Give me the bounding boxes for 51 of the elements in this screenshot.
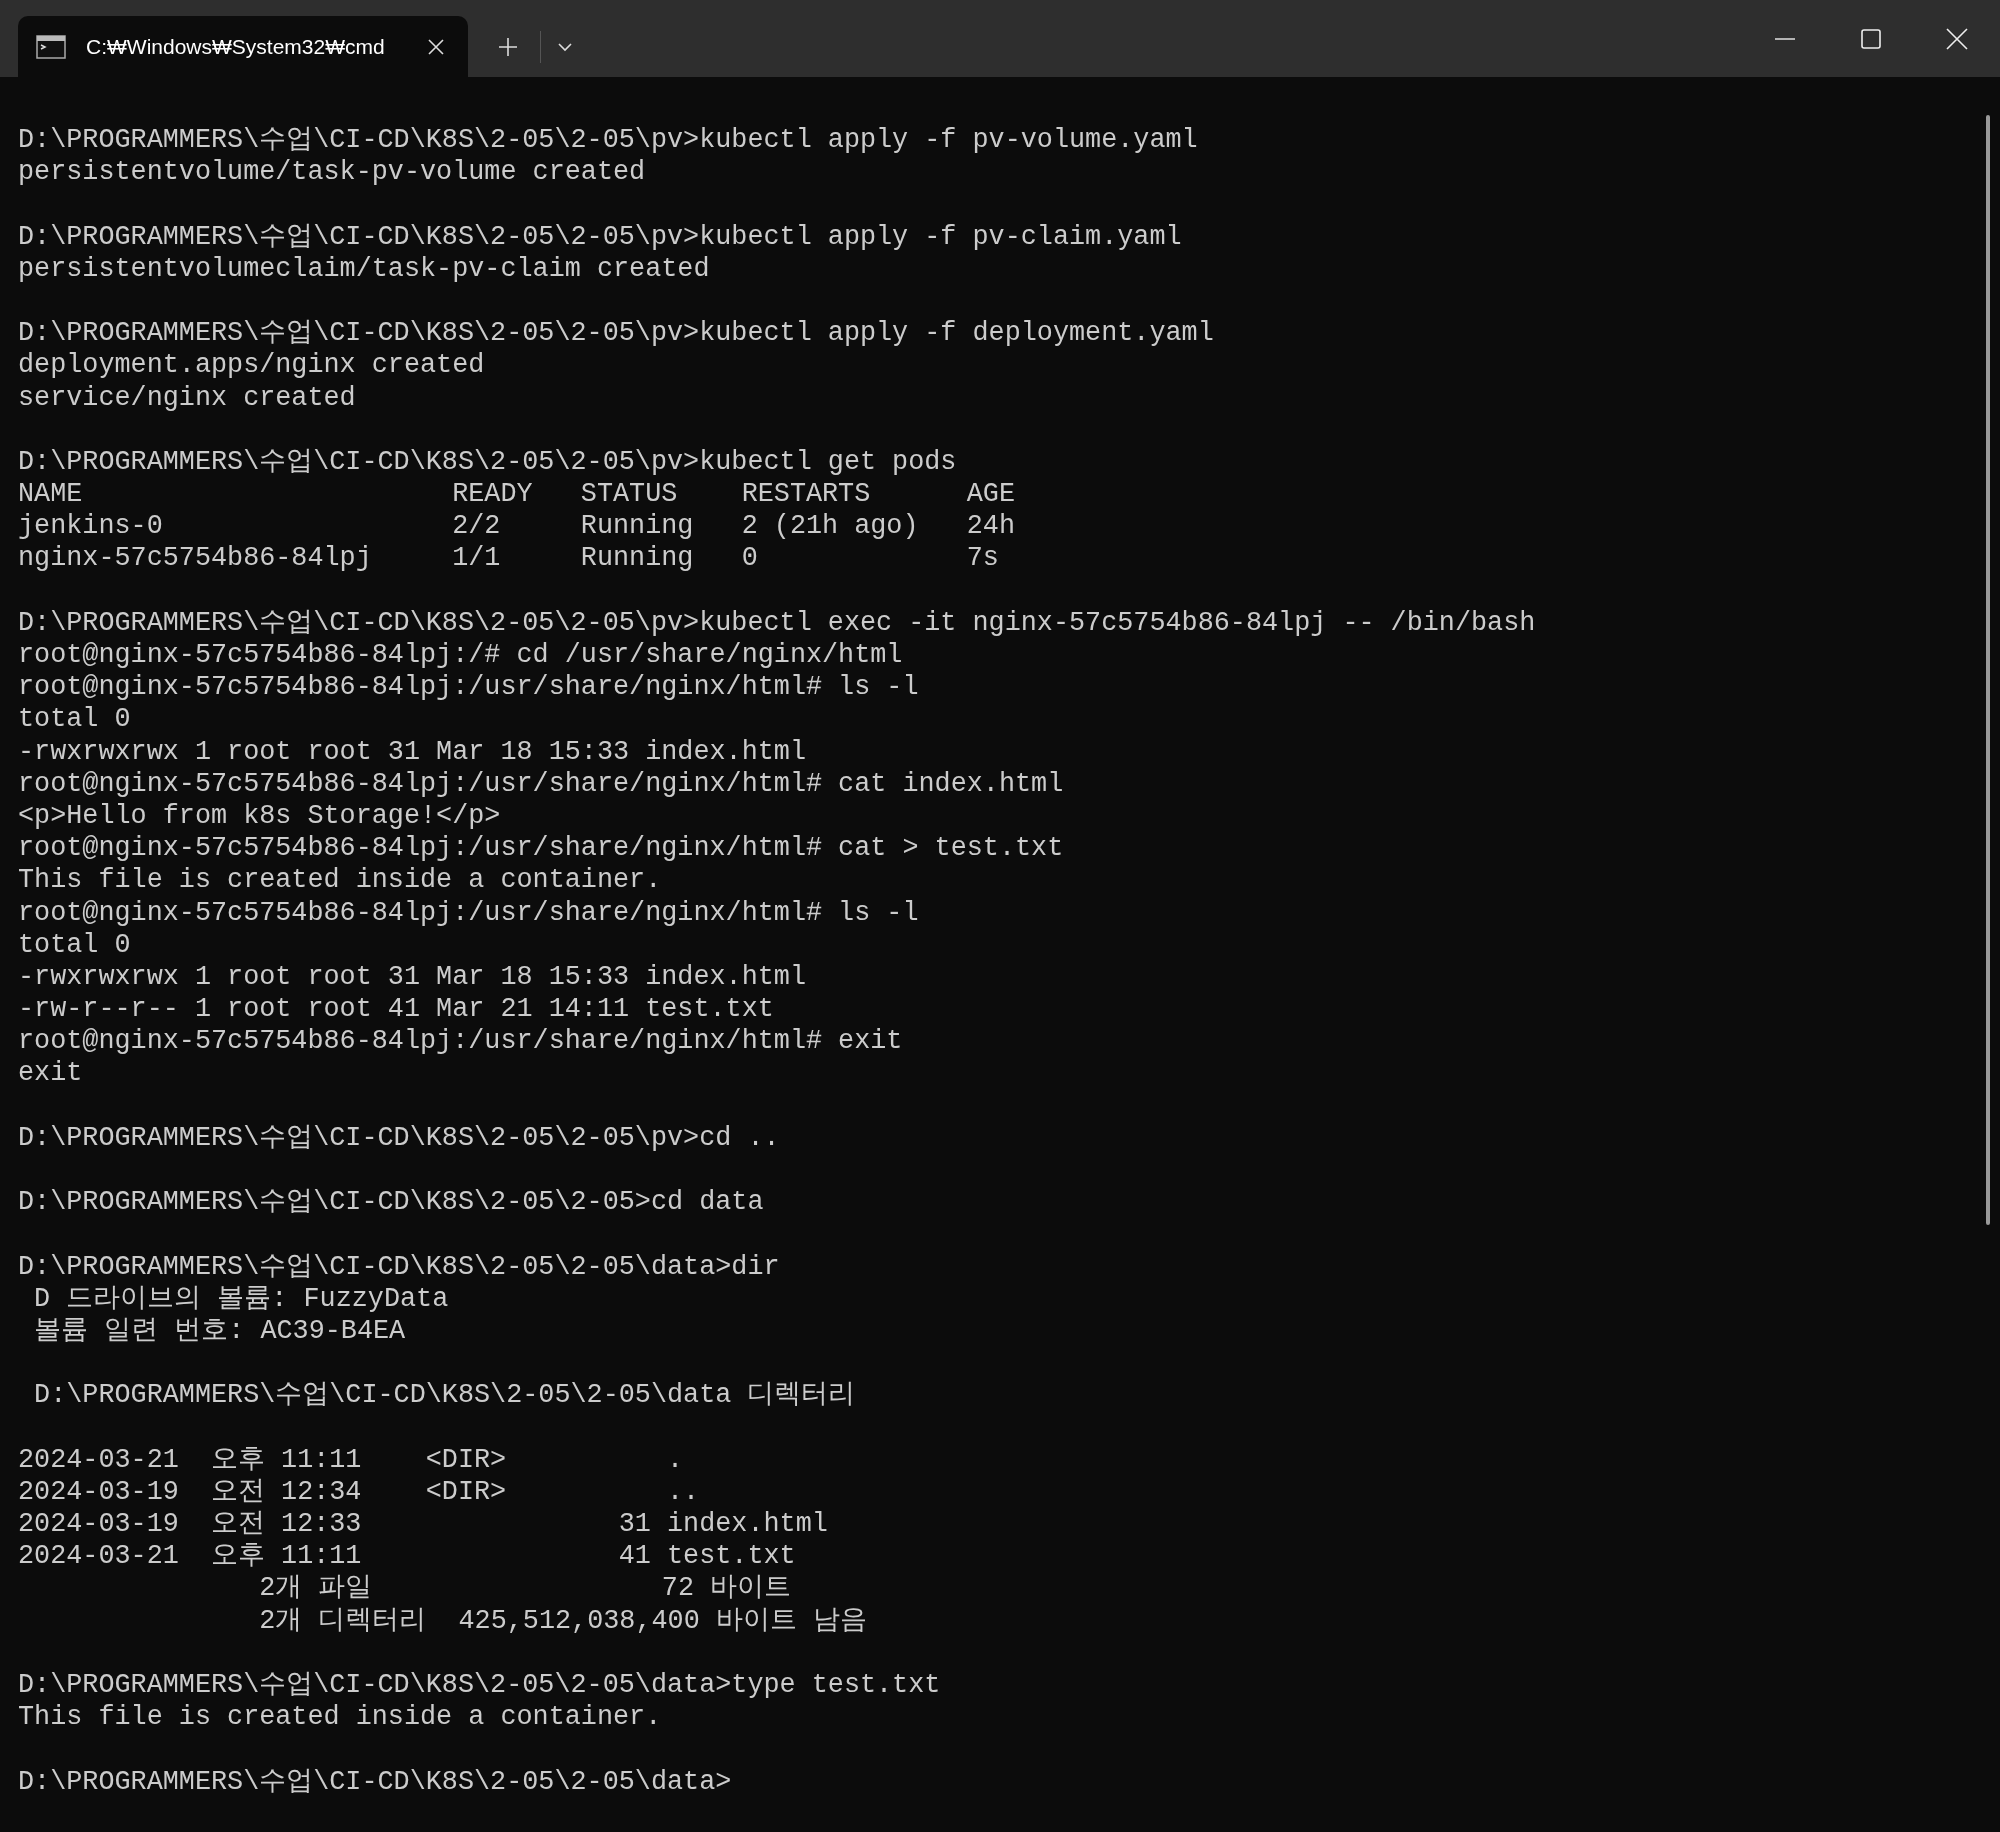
terminal-line: root@nginx-57c5754b86-84lpj:/# cd /usr/share/nginx/html [18,639,903,672]
terminal-line: total 0 [18,928,131,961]
terminal-line: D:\PROGRAMMERS\수업\CI-CD\K8S\2-05\2-05\pv>kubectl exec -it nginx-57c5754b86-84lpj -- /bin/bash [18,606,1536,639]
terminal-line: D:\PROGRAMMERS\수업\CI-CD\K8S\2-05\2-05\pv>kubectl apply -f pv-claim.yaml [18,220,1182,253]
terminal-line: root@nginx-57c5754b86-84lpj:/usr/share/nginx/html# ls -l [18,671,919,704]
terminal-line: persistentvolumeclaim/task-pv-claim created [18,252,710,285]
terminal-line: D:\PROGRAMMERS\수업\CI-CD\K8S\2-05\2-05\data 디렉터리 [33,1379,856,1412]
terminal-line: 2개 디렉터리 425,512,038,400 바이트 남음 [258,1604,867,1637]
close-icon [427,37,445,56]
terminal-line: total 0 [18,703,131,736]
terminal-line: D:\PROGRAMMERS\수업\CI-CD\K8S\2-05\2-05\data>type test.txt [18,1669,941,1702]
terminal-line: 2024-03-21 오후 11:11 <DIR> . [18,1443,684,1476]
terminal-line: 2024-03-19 오전 12:34 <DIR> .. [18,1475,700,1509]
terminal-line: D:\PROGRAMMERS\수업\CI-CD\K8S\2-05\2-05\pv>kubectl apply -f deployment.yaml [18,317,1214,350]
minimize-icon [1775,37,1795,40]
terminal-line: service/nginx created [18,381,356,414]
terminal-line: exit [18,1057,83,1090]
terminal-line: -rw-r--r-- 1 root root 41 Mar 21 14:11 test.txt [18,993,774,1026]
terminal-line: nginx-57c5754b86-84lpj 1/1 Running 0 7s [18,542,999,575]
terminal-line: -rwxrwxrwx 1 root root 31 Mar 18 15:33 index.html [18,735,806,768]
terminal-icon [36,34,66,59]
terminal-line: root@nginx-57c5754b86-84lpj:/usr/share/nginx/html# cat > test.txt [18,832,1064,865]
scrollbar-thumb[interactable] [1986,115,1990,1225]
terminal-line: D:\PROGRAMMERS\수업\CI-CD\K8S\2-05\2-05\pv>cd .. [18,1121,780,1154]
terminal-line: D:\PROGRAMMERS\수업\CI-CD\K8S\2-05\2-05>cd data [18,1186,764,1219]
terminal-line: This file is created inside a container. [18,864,662,897]
terminal-line: 2개 파일 72 바이트 [258,1572,792,1605]
terminal-line: D:\PROGRAMMERS\수업\CI-CD\K8S\2-05\2-05\data> [18,1765,732,1798]
terminal-line: -rwxrwxrwx 1 root root 31 Mar 18 15:33 index.html [18,960,806,994]
terminal-line: 2024-03-19 오전 12:33 31 index.html [18,1508,828,1541]
terminal-line: 2024-03-21 오후 11:11 41 test.txt [18,1540,796,1573]
terminal-line: jenkins-0 2/2 Running 2 (21h ago) 24h [18,510,1015,543]
terminal-line: 볼륨 일련 번호: AC39-B4EA [33,1314,406,1348]
terminal-line: D:\PROGRAMMERS\수업\CI-CD\K8S\2-05\2-05\data>dir [18,1250,780,1283]
terminal-line: <p>Hello from k8s Storage!</p> [18,799,501,833]
maximize-icon [1861,28,1881,49]
terminal-line: persistentvolume/task-pv-volume created [18,156,646,189]
terminal-line: root@nginx-57c5754b86-84lpj:/usr/share/nginx/html# exit [18,1025,903,1058]
terminal-tab[interactable]: C:₩Windows₩System32₩cmd [18,16,468,77]
terminal-line: deployment.apps/nginx created [18,349,485,382]
terminal-line: root@nginx-57c5754b86-84lpj:/usr/share/nginx/html# ls -l [18,896,919,929]
close-icon [1946,27,1968,50]
terminal-line: D 드라이브의 볼륨: FuzzyData [33,1282,449,1315]
terminal-line: D:\PROGRAMMERS\수업\CI-CD\K8S\2-05\2-05\pv>kubectl get pods [18,445,957,479]
terminal-line: NAME READY STATUS RESTARTS AGE [18,478,1015,511]
plus-icon [498,36,518,57]
tab-title: C:₩Windows₩System32₩cmd [86,34,386,59]
chevron-down-icon [557,41,573,52]
terminal-line: root@nginx-57c5754b86-84lpj:/usr/share/nginx/html# cat index.html [18,767,1064,800]
terminal-line: D:\PROGRAMMERS\수업\CI-CD\K8S\2-05\2-05\pv>kubectl apply -f pv-volume.yaml [18,124,1198,157]
terminal-line: This file is created inside a container. [18,1701,662,1734]
